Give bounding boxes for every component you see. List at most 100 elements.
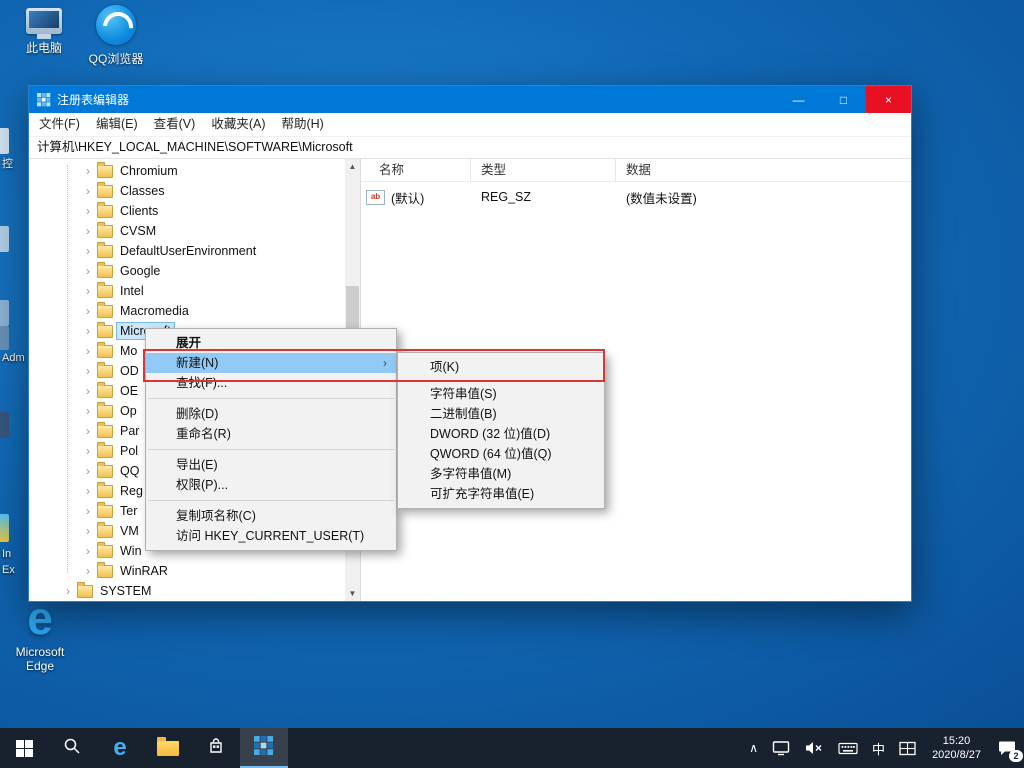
chevron-right-icon[interactable] bbox=[81, 224, 95, 238]
taskbar-registry-editor-button[interactable] bbox=[240, 728, 288, 768]
minimize-button[interactable]: — bbox=[776, 86, 821, 113]
chevron-right-icon[interactable] bbox=[81, 404, 95, 418]
desktop-icon-label: 此电脑 bbox=[26, 39, 62, 56]
chevron-right-icon[interactable] bbox=[81, 424, 95, 438]
tree-item-macromedia[interactable]: Macromedia bbox=[29, 301, 360, 321]
chevron-right-icon[interactable] bbox=[81, 444, 95, 458]
context-item-delete[interactable]: 删除(D) bbox=[146, 404, 396, 424]
context-item-new[interactable]: 新建(N) bbox=[146, 353, 396, 373]
desktop-icon-qq-browser[interactable]: QQ浏览器 bbox=[84, 5, 148, 67]
tree-item-cvsm[interactable]: CVSM bbox=[29, 221, 360, 241]
taskbar-store-button[interactable] bbox=[192, 728, 240, 768]
tray-display-icon[interactable] bbox=[765, 728, 797, 768]
folder-icon bbox=[97, 345, 113, 358]
column-header-type[interactable]: 类型 bbox=[471, 159, 616, 181]
tree-item-chromium[interactable]: Chromium bbox=[29, 161, 360, 181]
chevron-right-icon[interactable] bbox=[81, 544, 95, 558]
notification-badge: 2 bbox=[1009, 750, 1023, 762]
action-center-button[interactable]: 2 bbox=[990, 728, 1024, 768]
tray-show-hidden-icons-button[interactable] bbox=[742, 728, 765, 768]
chevron-right-icon[interactable] bbox=[81, 504, 95, 518]
tree-item-system[interactable]: SYSTEM bbox=[29, 581, 360, 601]
taskbar-left bbox=[0, 728, 288, 768]
folder-icon bbox=[97, 225, 113, 238]
chevron-right-icon[interactable] bbox=[81, 304, 95, 318]
tree-item-intel[interactable]: Intel bbox=[29, 281, 360, 301]
submenu-item-key[interactable]: 项(K) bbox=[398, 357, 604, 377]
tree-item-defaultuserenvironment[interactable]: DefaultUserEnvironment bbox=[29, 241, 360, 261]
chevron-right-icon[interactable] bbox=[81, 184, 95, 198]
submenu-item-string-value[interactable]: 字符串值(S) bbox=[398, 384, 604, 404]
folder-icon bbox=[97, 165, 113, 178]
taskbar-file-explorer-button[interactable] bbox=[144, 728, 192, 768]
chevron-right-icon[interactable] bbox=[81, 204, 95, 218]
chevron-right-icon[interactable] bbox=[81, 264, 95, 278]
tray-volume-muted-icon[interactable] bbox=[797, 728, 831, 768]
partial-desktop-icon[interactable] bbox=[0, 300, 9, 326]
address-bar[interactable]: 计算机\HKEY_LOCAL_MACHINE\SOFTWARE\Microsof… bbox=[29, 137, 911, 159]
partial-desktop-icon[interactable] bbox=[0, 412, 9, 438]
chevron-right-icon[interactable] bbox=[81, 524, 95, 538]
context-item-expand[interactable]: 展开 bbox=[146, 333, 396, 353]
scroll-down-icon[interactable] bbox=[345, 586, 360, 601]
submenu-item-dword-value[interactable]: DWORD (32 位)值(D) bbox=[398, 424, 604, 444]
value-row-default[interactable]: ab (默认) REG_SZ (数值未设置) bbox=[361, 187, 911, 207]
submenu-item-binary-value[interactable]: 二进制值(B) bbox=[398, 404, 604, 424]
partial-desktop-icon[interactable] bbox=[0, 326, 9, 350]
menu-help[interactable]: 帮助(H) bbox=[273, 113, 331, 136]
tree-item-winrar[interactable]: WinRAR bbox=[29, 561, 360, 581]
title-bar[interactable]: 注册表编辑器 — □ × bbox=[29, 86, 911, 113]
submenu-item-expandable-string-value[interactable]: 可扩充字符串值(E) bbox=[398, 484, 604, 504]
partial-desktop-icon-label[interactable]: Ex bbox=[2, 564, 15, 576]
tray-ime-pad-icon[interactable] bbox=[892, 728, 923, 768]
column-header-data[interactable]: 数据 bbox=[616, 159, 911, 181]
close-button[interactable]: × bbox=[866, 86, 911, 113]
partial-desktop-icon[interactable] bbox=[0, 514, 9, 542]
chevron-right-icon[interactable] bbox=[81, 464, 95, 478]
menu-file[interactable]: 文件(F) bbox=[31, 113, 88, 136]
partial-desktop-icon-label[interactable]: Adm bbox=[2, 352, 25, 364]
context-item-rename[interactable]: 重命名(R) bbox=[146, 424, 396, 444]
context-item-find[interactable]: 查找(F)... bbox=[146, 373, 396, 393]
list-headers: 名称 类型 数据 bbox=[361, 159, 911, 182]
menu-favorites[interactable]: 收藏夹(A) bbox=[203, 113, 273, 136]
tray-touch-keyboard-icon[interactable] bbox=[831, 728, 865, 768]
tree-item-google[interactable]: Google bbox=[29, 261, 360, 281]
taskbar-edge-button[interactable] bbox=[96, 728, 144, 768]
column-header-name[interactable]: 名称 bbox=[361, 159, 471, 181]
tree-item-classes[interactable]: Classes bbox=[29, 181, 360, 201]
context-item-permissions[interactable]: 权限(P)... bbox=[146, 475, 396, 495]
maximize-button[interactable]: □ bbox=[821, 86, 866, 113]
chevron-right-icon[interactable] bbox=[81, 164, 95, 178]
taskbar-search-button[interactable] bbox=[48, 728, 96, 768]
chevron-right-icon[interactable] bbox=[81, 284, 95, 298]
partial-desktop-icon-label[interactable]: 控 bbox=[2, 155, 13, 171]
submenu-item-qword-value[interactable]: QWORD (64 位)值(Q) bbox=[398, 444, 604, 464]
desktop-icon-this-pc[interactable]: 此电脑 bbox=[12, 8, 76, 56]
tray-ime-indicator[interactable]: 中 bbox=[865, 728, 892, 768]
partial-desktop-icon[interactable] bbox=[0, 128, 9, 154]
chevron-right-icon[interactable] bbox=[81, 564, 95, 578]
context-item-goto-hkcu[interactable]: 访问 HKEY_CURRENT_USER(T) bbox=[146, 526, 396, 546]
partial-desktop-icon-label[interactable]: In bbox=[2, 548, 11, 560]
chevron-right-icon[interactable] bbox=[81, 364, 95, 378]
menu-view[interactable]: 查看(V) bbox=[146, 113, 204, 136]
chevron-right-icon[interactable] bbox=[81, 384, 95, 398]
context-item-copy-key-name[interactable]: 复制项名称(C) bbox=[146, 506, 396, 526]
partial-desktop-icon[interactable] bbox=[0, 226, 9, 252]
chevron-right-icon[interactable] bbox=[81, 484, 95, 498]
chevron-right-icon[interactable] bbox=[81, 344, 95, 358]
menu-edit[interactable]: 编辑(E) bbox=[88, 113, 146, 136]
start-button[interactable] bbox=[0, 728, 48, 768]
tray-clock[interactable]: 15:20 2020/8/27 bbox=[923, 728, 990, 768]
chevron-right-icon[interactable] bbox=[61, 584, 75, 598]
qq-browser-icon bbox=[96, 5, 136, 45]
tree-item-clients[interactable]: Clients bbox=[29, 201, 360, 221]
edge-icon bbox=[113, 736, 126, 760]
chevron-right-icon[interactable] bbox=[81, 244, 95, 258]
desktop-icon-edge[interactable]: Microsoft Edge bbox=[10, 596, 70, 673]
submenu-item-multi-string-value[interactable]: 多字符串值(M) bbox=[398, 464, 604, 484]
context-item-export[interactable]: 导出(E) bbox=[146, 455, 396, 475]
scroll-up-icon[interactable] bbox=[345, 159, 360, 174]
chevron-right-icon[interactable] bbox=[81, 324, 95, 338]
